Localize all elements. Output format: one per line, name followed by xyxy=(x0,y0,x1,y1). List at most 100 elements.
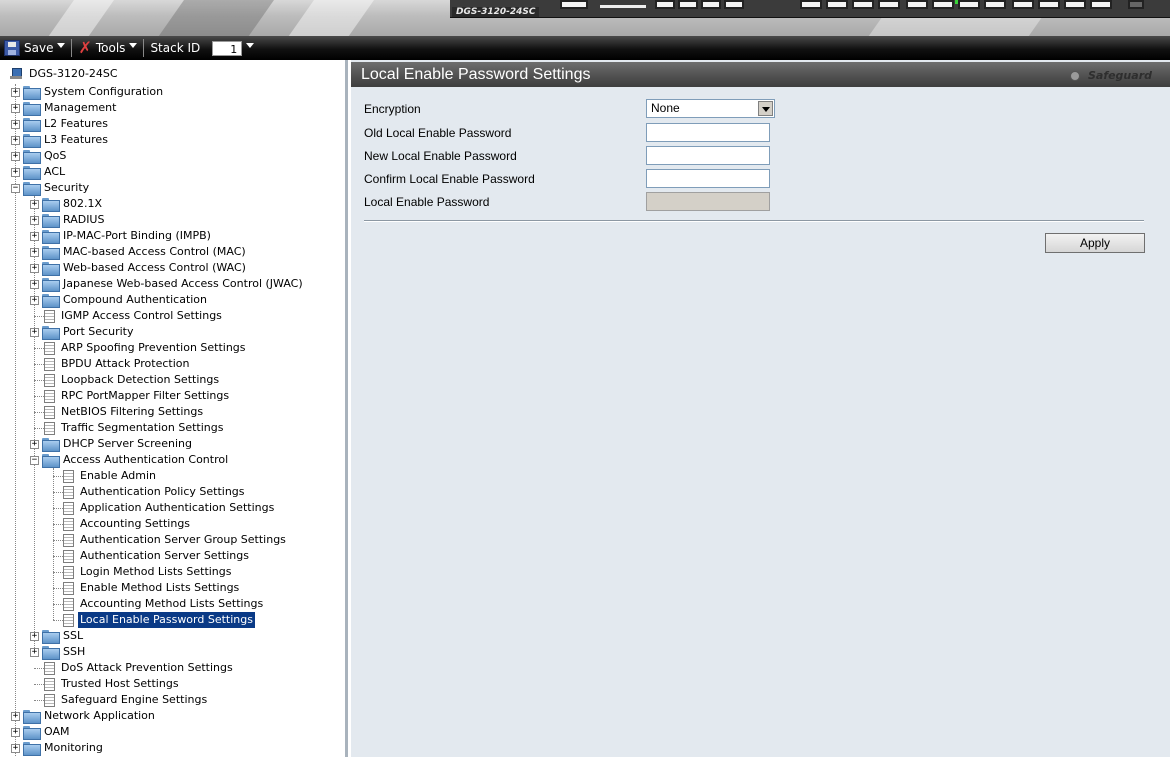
form-divider xyxy=(364,220,1144,222)
chevron-down-icon[interactable] xyxy=(246,42,255,48)
stack-id-select[interactable]: 1 xyxy=(212,40,243,56)
folder-icon xyxy=(42,214,60,228)
safeguard-indicator: Safeguard xyxy=(1069,69,1152,82)
tree-item-label: Web-based Access Control (WAC) xyxy=(63,261,246,274)
tree-item-enable-method-lists[interactable]: Enable Method Lists Settings xyxy=(49,580,241,596)
tree-item-compound-authentication[interactable]: + Compound Authentication xyxy=(30,292,209,308)
tree-item-accounting-method-lists[interactable]: Accounting Method Lists Settings xyxy=(49,596,265,612)
tree-item-label: Application Authentication Settings xyxy=(80,501,275,514)
tree-item-dhcp-server-screening[interactable]: + DHCP Server Screening xyxy=(30,436,194,452)
tree-item-label-selected: Local Enable Password Settings xyxy=(78,612,255,628)
tree-item-qos[interactable]: + QoS xyxy=(11,148,68,164)
expand-icon[interactable]: + xyxy=(30,631,39,641)
tree-item-arp-spoofing[interactable]: ARP Spoofing Prevention Settings xyxy=(30,340,248,356)
tree-item-jwac[interactable]: + Japanese Web-based Access Control (JWA… xyxy=(30,276,305,292)
expand-icon[interactable]: + xyxy=(30,327,39,337)
tree-item-network-application[interactable]: + Network Application xyxy=(11,708,157,724)
expand-icon[interactable]: + xyxy=(11,743,20,753)
collapse-icon[interactable]: − xyxy=(11,183,20,193)
port-icon xyxy=(932,0,954,9)
port-icon xyxy=(852,0,874,9)
folder-icon xyxy=(23,102,41,116)
tree-item-label: L3 Features xyxy=(44,133,108,146)
expand-icon[interactable]: + xyxy=(11,119,20,129)
tree-item-enable-admin[interactable]: Enable Admin xyxy=(49,468,158,484)
confirm-password-input[interactable] xyxy=(646,169,770,188)
expand-icon[interactable]: + xyxy=(11,135,20,145)
port-icon xyxy=(906,0,928,9)
tree-item-auth-server-settings[interactable]: Authentication Server Settings xyxy=(49,548,251,564)
tree-item-ssl[interactable]: + SSL xyxy=(30,628,85,644)
tree-item-label: 802.1X xyxy=(63,197,103,210)
expand-icon[interactable]: + xyxy=(30,199,39,209)
new-password-input[interactable] xyxy=(646,146,770,165)
tree-item-accounting-settings[interactable]: Accounting Settings xyxy=(49,516,192,532)
tree-item-radius[interactable]: + RADIUS xyxy=(30,212,106,228)
folder-icon xyxy=(23,726,41,740)
tree-item-trusted-host[interactable]: Trusted Host Settings xyxy=(30,676,181,692)
tree-item-safeguard-engine[interactable]: Safeguard Engine Settings xyxy=(30,692,209,708)
tree-item-local-enable-password[interactable]: Local Enable Password Settings xyxy=(49,612,255,628)
tree-item-application-authentication[interactable]: Application Authentication Settings xyxy=(49,500,276,516)
tree-item-label: IP-MAC-Port Binding (IMPB) xyxy=(63,229,211,242)
tree-item-port-security[interactable]: + Port Security xyxy=(30,324,135,340)
tree-item-netbios-filtering[interactable]: NetBIOS Filtering Settings xyxy=(30,404,205,420)
tree-item-impb[interactable]: + IP-MAC-Port Binding (IMPB) xyxy=(30,228,213,244)
tree-item-label: Authentication Server Group Settings xyxy=(80,533,286,546)
tree-item-monitoring[interactable]: + Monitoring xyxy=(11,740,105,756)
tree-item-loopback-detection[interactable]: Loopback Detection Settings xyxy=(30,372,221,388)
expand-icon[interactable]: + xyxy=(11,711,20,721)
tree-item-authentication-policy[interactable]: Authentication Policy Settings xyxy=(49,484,247,500)
tree-item-management[interactable]: + Management xyxy=(11,100,118,116)
tree-item-system-configuration[interactable]: + System Configuration xyxy=(11,84,165,100)
tree-item-traffic-segmentation[interactable]: Traffic Segmentation Settings xyxy=(30,420,225,436)
expand-icon[interactable]: + xyxy=(30,647,39,657)
page-icon xyxy=(63,613,74,627)
tree-item-login-method-lists[interactable]: Login Method Lists Settings xyxy=(49,564,234,580)
tree-item-dos-attack-prevention[interactable]: DoS Attack Prevention Settings xyxy=(30,660,235,676)
tree-item-ssh[interactable]: + SSH xyxy=(30,644,87,660)
tree-item-acl[interactable]: + ACL xyxy=(11,164,67,180)
tree-item-label: Enable Admin xyxy=(80,469,157,482)
expand-icon[interactable]: + xyxy=(11,167,20,177)
expand-icon[interactable]: + xyxy=(30,215,39,225)
encryption-select[interactable]: None xyxy=(646,99,775,118)
expand-icon[interactable]: + xyxy=(30,295,39,305)
tools-icon: ✗ xyxy=(78,38,92,57)
stack-id-group: Stack ID 1 xyxy=(146,38,258,58)
expand-icon[interactable]: + xyxy=(30,231,39,241)
expand-icon[interactable]: + xyxy=(30,263,39,273)
tree-item-auth-server-group[interactable]: Authentication Server Group Settings xyxy=(49,532,288,548)
tree-item-igmp-access-control[interactable]: IGMP Access Control Settings xyxy=(30,308,224,324)
apply-button[interactable]: Apply xyxy=(1045,233,1145,253)
expand-icon[interactable]: + xyxy=(11,151,20,161)
tree-item-mac-access-control[interactable]: + MAC-based Access Control (MAC) xyxy=(30,244,248,260)
expand-icon[interactable]: + xyxy=(11,87,20,97)
tree-item-access-authentication-control[interactable]: − Access Authentication Control xyxy=(30,452,230,468)
tree-item-l2-features[interactable]: + L2 Features xyxy=(11,116,110,132)
tree-item-label: DHCP Server Screening xyxy=(63,437,192,450)
tree-item-bpdu-attack[interactable]: BPDU Attack Protection xyxy=(30,356,191,372)
save-menu[interactable]: Save xyxy=(0,38,69,58)
old-password-input[interactable] xyxy=(646,123,770,142)
expand-icon[interactable]: + xyxy=(11,103,20,113)
folder-icon xyxy=(23,166,41,180)
save-label: Save xyxy=(24,41,54,55)
tools-menu[interactable]: ✗ Tools xyxy=(74,38,141,58)
tree-item-8021x[interactable]: + 802.1X xyxy=(30,196,104,212)
expand-icon[interactable]: + xyxy=(30,439,39,449)
tree-item-label: NetBIOS Filtering Settings xyxy=(61,405,204,418)
tree-item-label: Network Application xyxy=(44,709,155,722)
tree-item-rpc-portmapper[interactable]: RPC PortMapper Filter Settings xyxy=(30,388,231,404)
tree-item-oam[interactable]: + OAM xyxy=(11,724,71,740)
chevron-down-icon[interactable] xyxy=(758,101,773,116)
expand-icon[interactable]: + xyxy=(30,247,39,257)
tree-item-wac[interactable]: + Web-based Access Control (WAC) xyxy=(30,260,248,276)
tree-item-l3-features[interactable]: + L3 Features xyxy=(11,132,110,148)
tree-root[interactable]: DGS-3120-24SC xyxy=(10,66,120,82)
collapse-icon[interactable]: − xyxy=(30,455,39,465)
expand-icon[interactable]: + xyxy=(11,727,20,737)
tree-item-security[interactable]: − Security xyxy=(11,180,91,196)
expand-icon[interactable]: + xyxy=(30,279,39,289)
port-icon xyxy=(878,0,900,9)
